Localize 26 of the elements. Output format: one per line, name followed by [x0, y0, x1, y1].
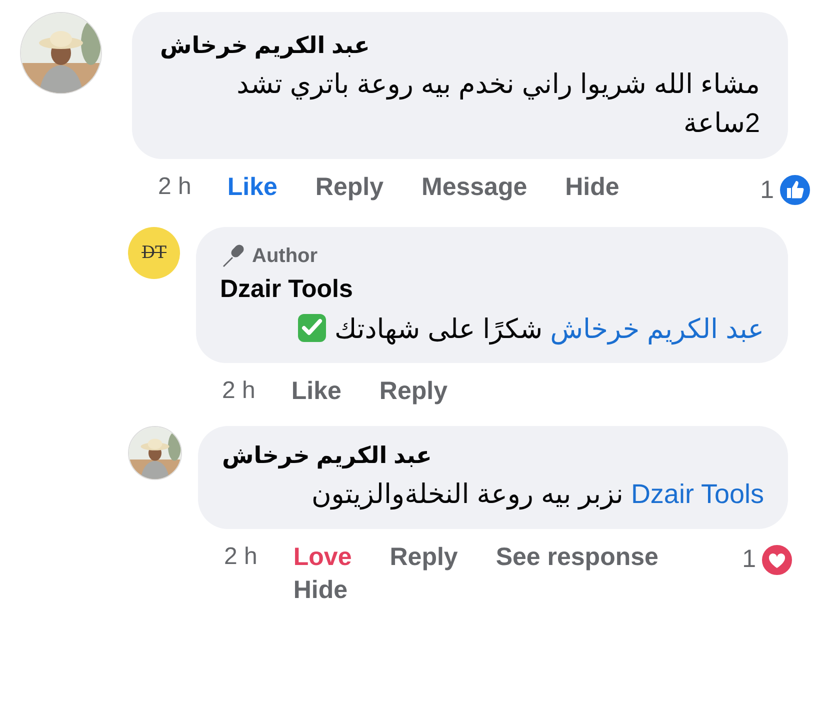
message-link[interactable]: Message: [422, 173, 528, 202]
reply-link[interactable]: Reply: [390, 542, 458, 572]
love-button[interactable]: Love: [293, 542, 352, 572]
author-label: Author: [252, 244, 318, 268]
see-response-link[interactable]: See response: [496, 542, 658, 572]
reply-link[interactable]: Reply: [315, 173, 384, 202]
like-button[interactable]: Like: [227, 173, 278, 202]
commenter-name[interactable]: عبد الكريم خرخاش: [222, 442, 432, 470]
like-button[interactable]: Like: [291, 377, 342, 406]
timestamp: 2 h: [158, 173, 192, 202]
commenter-name[interactable]: عبد الكريم خرخاش: [160, 32, 370, 59]
comment-text: مشاء الله شريوا راني نخدم بيه روعة باتري تشد 2ساعة: [236, 68, 760, 140]
reaction-count: 1: [760, 176, 774, 205]
mention-link[interactable]: عبد الكريم خرخاش: [550, 314, 764, 344]
comment-text: عبد الكريم خرخاش شكرًا على شهادتك: [220, 310, 764, 350]
thumbs-up-icon: [778, 173, 812, 208]
timestamp: 2 h: [224, 542, 258, 571]
commenter-name[interactable]: Dzair Tools: [220, 275, 764, 304]
hide-link[interactable]: Hide: [293, 576, 348, 605]
reaction-count: 1: [742, 545, 756, 574]
mention-link[interactable]: Dzair Tools: [630, 479, 764, 510]
hide-link[interactable]: Hide: [565, 173, 620, 202]
reply-link[interactable]: Reply: [379, 377, 448, 406]
timestamp: 2 h: [222, 377, 256, 406]
check-mark-icon: [296, 313, 327, 344]
logo-avatar: DT: [128, 227, 180, 280]
